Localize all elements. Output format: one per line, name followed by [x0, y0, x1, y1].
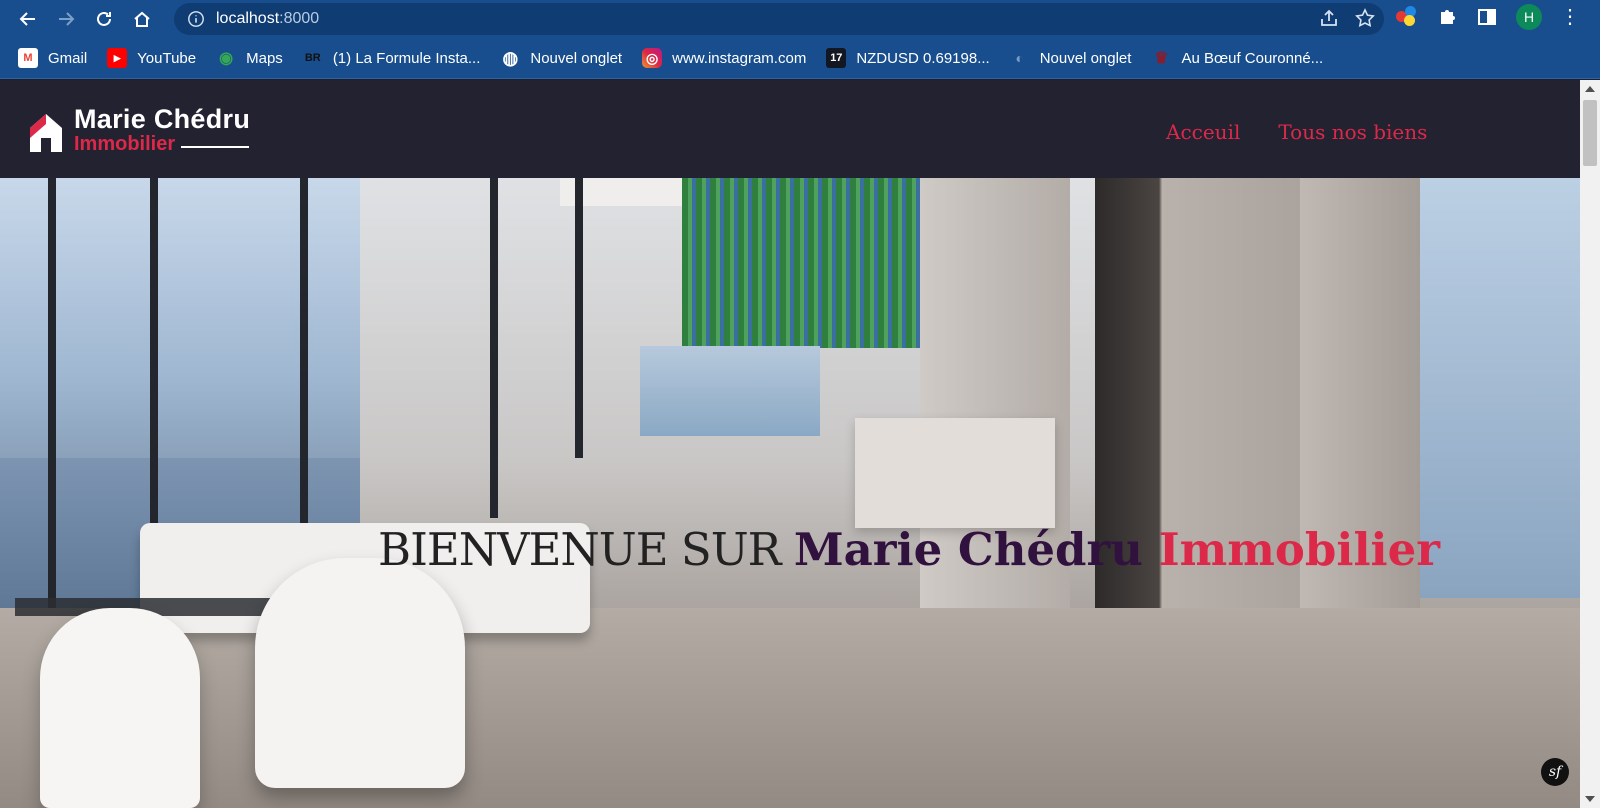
hero-title: BIENVENUE SUR Marie Chédru Immobilier [0, 523, 1440, 576]
bookmark-maps[interactable]: ◉ Maps [216, 48, 283, 68]
house-logo-icon [30, 114, 62, 152]
bookmark-youtube[interactable]: ▶ YouTube [107, 48, 196, 68]
nav-link-tous-nos-biens[interactable]: Tous nos biens [1278, 120, 1427, 144]
browser-toolbar: localhost:8000 H ⋮ [0, 0, 1600, 38]
bookmark-label: Au Bœuf Couronné... [1181, 49, 1324, 67]
url-host: localhost [216, 10, 280, 27]
web-page: Marie Chédru Immobilier Acceuil Tous nos… [0, 80, 1580, 808]
bookmark-label: www.instagram.com [672, 49, 807, 67]
gmail-icon: M [18, 48, 38, 68]
hero-title-name: Marie Chédru [793, 523, 1159, 576]
hero-mullion [575, 178, 583, 458]
hero-armchair [255, 558, 465, 788]
address-bar[interactable]: localhost:8000 [174, 3, 1384, 35]
home-icon [134, 11, 150, 27]
bookmark-label: (1) La Formule Insta... [332, 49, 481, 67]
hero-counter [855, 418, 1055, 528]
bookmark-label: Maps [246, 49, 283, 67]
main-nav: Acceuil Tous nos biens [1166, 120, 1427, 144]
bookmark-nouvel-onglet-1[interactable]: ◍ Nouvel onglet [500, 47, 623, 68]
bookmark-star-icon[interactable] [1354, 7, 1376, 29]
logo-subtitle: Immobilier [74, 133, 176, 155]
maps-icon: ◉ [219, 50, 234, 67]
site-logo[interactable]: Marie Chédru Immobilier [28, 106, 250, 155]
scrollbar-thumb[interactable] [1583, 100, 1597, 166]
hero-armchair [40, 608, 200, 808]
bookmark-nouvel-onglet-2[interactable]: ◐ Nouvel onglet [1010, 48, 1132, 68]
bookmark-gmail[interactable]: M Gmail [18, 48, 87, 68]
reload-button[interactable] [88, 3, 120, 35]
url-port: :8000 [279, 10, 320, 27]
bookmark-label: YouTube [137, 49, 197, 67]
symfony-toolbar-icon[interactable]: sf [1541, 758, 1569, 786]
page-scrollbar[interactable] [1580, 80, 1600, 808]
youtube-icon: ▶ [107, 48, 128, 68]
globe-icon: ◍ [502, 47, 519, 68]
scroll-up-arrow-icon[interactable] [1585, 86, 1595, 92]
puzzle-extensions-icon[interactable] [1436, 6, 1458, 28]
hero-title-welcome: BIENVENUE SUR [378, 523, 794, 576]
extension-balls-icon[interactable] [1396, 6, 1418, 28]
boeuf-icon: ♛ [1154, 50, 1169, 67]
bookmarks-bar: M Gmail ▶ YouTube ◉ Maps BR (1) La Formu… [0, 38, 1600, 79]
tradingview-icon: 17 [826, 48, 847, 68]
side-panel-icon[interactable] [1476, 6, 1498, 28]
info-icon[interactable] [186, 9, 206, 29]
hero-title-immobilier: Immobilier [1158, 523, 1440, 576]
share-icon[interactable] [1318, 7, 1340, 29]
scroll-down-arrow-icon[interactable] [1585, 796, 1595, 802]
hero-distant-window [640, 346, 820, 436]
bookmark-instagram[interactable]: ◎ www.instagram.com [642, 48, 806, 68]
logo-underline [181, 146, 250, 148]
instagram-icon: ◎ [642, 48, 663, 68]
reload-icon [97, 11, 111, 26]
bookmark-label: Nouvel onglet [530, 49, 623, 67]
bookmark-boeuf-couronne[interactable]: ♛ Au Bœuf Couronné... [1151, 48, 1323, 68]
hero-mullion [490, 178, 498, 518]
logo-title: Marie Chédru [74, 104, 251, 134]
menu-dots-icon[interactable]: ⋮ [1560, 7, 1580, 27]
arrow-right-icon [59, 12, 75, 26]
home-button[interactable] [126, 3, 158, 35]
bookmark-label: Nouvel onglet [1039, 49, 1132, 67]
hero-green-wall [682, 178, 922, 348]
site-header: Marie Chédru Immobilier Acceuil Tous nos… [0, 80, 1580, 178]
nav-link-accueil[interactable]: Acceuil [1166, 120, 1240, 144]
tab-icon: ◐ [1015, 50, 1024, 66]
url-text[interactable]: localhost:8000 [216, 10, 319, 28]
bookmark-formule-insta[interactable]: BR (1) La Formule Insta... [302, 48, 481, 68]
arrow-left-icon [19, 12, 35, 26]
bookmark-nzdusd[interactable]: 17 NZDUSD 0.69198... [826, 48, 990, 68]
hero-floor [0, 608, 1580, 808]
br-icon: BR [302, 48, 323, 68]
profile-avatar[interactable]: H [1516, 4, 1542, 30]
bookmark-label: NZDUSD 0.69198... [856, 49, 990, 67]
back-button[interactable] [12, 3, 44, 35]
hero-banner: BIENVENUE SUR Marie Chédru Immobilier sf [0, 178, 1580, 808]
forward-button[interactable] [50, 3, 82, 35]
bookmark-label: Gmail [48, 49, 88, 67]
